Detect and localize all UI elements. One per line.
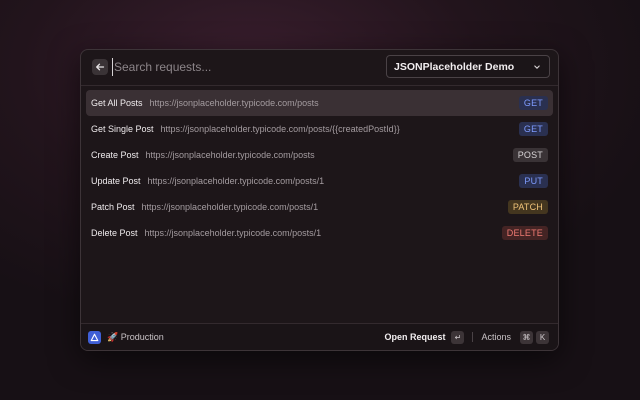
request-name: Create Post — [91, 150, 139, 160]
footer-divider — [472, 332, 474, 342]
palette-header: JSONPlaceholder Demo — [81, 50, 558, 86]
actions-button[interactable]: Actions — [481, 332, 511, 342]
request-url: https://jsonplaceholder.typicode.com/pos… — [149, 98, 319, 108]
method-badge: GET — [518, 96, 548, 110]
request-row[interactable]: Update Post https://jsonplaceholder.typic… — [86, 168, 553, 194]
arrow-left-icon — [96, 63, 105, 71]
request-url: https://jsonplaceholder.typicode.com/pos… — [141, 202, 319, 212]
search-input[interactable] — [112, 58, 374, 76]
app-logo-icon — [88, 330, 101, 344]
request-url: https://jsonplaceholder.typicode.com/pos… — [160, 124, 400, 134]
method-badge: PUT — [519, 174, 548, 188]
request-row[interactable]: Create Post https://jsonplaceholder.typic… — [86, 142, 553, 168]
k-key-hint: K — [536, 330, 549, 344]
method-badge: PATCH — [507, 200, 548, 214]
palette-footer: 🚀 Production Open Request ↵ Actions ⌘ K — [81, 323, 558, 350]
request-name: Delete Post — [91, 228, 138, 238]
request-name: Patch Post — [91, 202, 135, 212]
request-url: https://jsonplaceholder.typicode.com/pos… — [147, 176, 325, 186]
request-list: Get All Posts https://jsonplaceholder.typ… — [86, 90, 553, 246]
request-name: Update Post — [91, 176, 141, 186]
open-request-action[interactable]: Open Request — [384, 332, 445, 342]
command-key-hint: ⌘ — [520, 330, 533, 344]
request-name: Get Single Post — [91, 124, 154, 134]
method-badge: GET — [518, 122, 548, 136]
method-badge: POST — [512, 148, 548, 162]
environment-selector[interactable]: 🚀 Production — [107, 332, 164, 343]
request-row[interactable]: Get Single Post https://jsonplaceholder.t… — [86, 116, 553, 142]
method-badge: DELETE — [501, 226, 548, 240]
back-button[interactable] — [92, 59, 108, 75]
request-row[interactable]: Get All Posts https://jsonplaceholder.typ… — [86, 90, 553, 116]
chevron-down-icon — [534, 64, 540, 69]
environment-label: 🚀 Production — [107, 331, 164, 342]
request-row[interactable]: Patch Post https://jsonplaceholder.typico… — [86, 194, 553, 220]
collection-select[interactable]: JSONPlaceholder Demo — [386, 55, 550, 78]
request-url: https://jsonplaceholder.typicode.com/pos… — [145, 150, 315, 160]
command-palette: JSONPlaceholder Demo Get All Posts https:… — [80, 49, 559, 351]
collection-select-label: JSONPlaceholder Demo — [394, 60, 515, 73]
request-row[interactable]: Delete Post https://jsonplaceholder.typic… — [86, 220, 553, 246]
enter-key-hint: ↵ — [451, 330, 465, 344]
request-name: Get All Posts — [91, 98, 143, 108]
request-url: https://jsonplaceholder.typicode.com/pos… — [144, 228, 322, 238]
